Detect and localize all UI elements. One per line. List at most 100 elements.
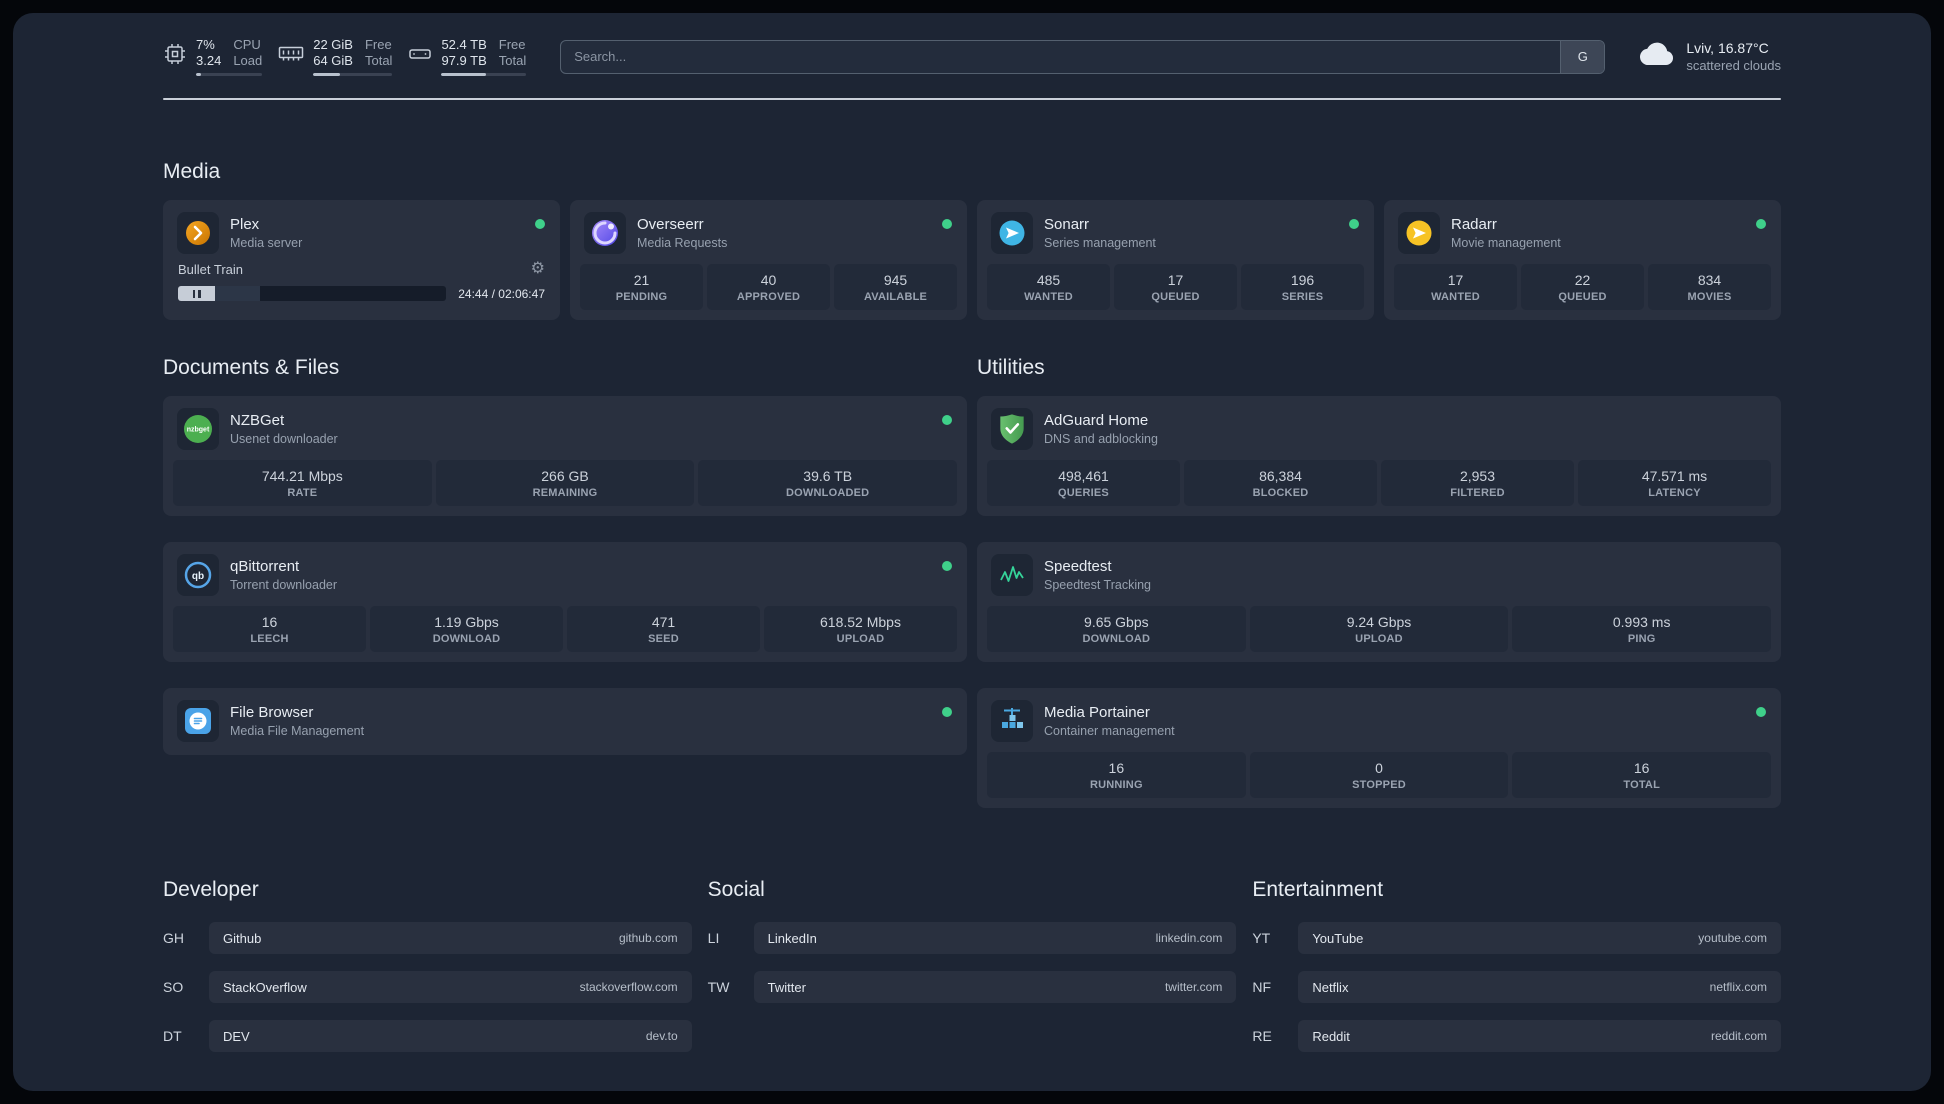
bookmark-name: YouTube bbox=[1312, 930, 1364, 946]
disk-total-label: Total bbox=[498, 53, 527, 68]
service-name: Overseerr bbox=[637, 216, 704, 233]
bookmark-link[interactable]: YouTube youtube.com bbox=[1298, 922, 1781, 954]
stat-value: 1.19 Gbps bbox=[434, 614, 499, 630]
bookmark-group-developer: Developer GH Github github.com SO StackO… bbox=[163, 878, 692, 1069]
bookmark-name: LinkedIn bbox=[767, 930, 817, 946]
svg-text:nzbget: nzbget bbox=[187, 427, 210, 434]
dashboard: 7% CPU 3.24 Load 22 GiB Free 64 GiB Tota… bbox=[13, 13, 1931, 1091]
memory-icon bbox=[278, 43, 304, 70]
stat-block: 1.19 Gbps DOWNLOAD bbox=[370, 606, 563, 652]
weather-location: Lviv, 16.87°C bbox=[1686, 40, 1769, 56]
service-card-overseerr[interactable]: Overseerr Media Requests 21 PENDING 40 A… bbox=[570, 200, 967, 320]
service-card-filebrowser[interactable]: File Browser Media File Management bbox=[163, 688, 967, 755]
status-indicator bbox=[942, 561, 952, 571]
service-description: Movie management bbox=[1451, 236, 1561, 250]
stat-label: TOTAL bbox=[1623, 779, 1660, 791]
stat-value: 618.52 Mbps bbox=[820, 614, 901, 630]
stat-label: PENDING bbox=[615, 291, 668, 303]
memory-progress-bar bbox=[313, 73, 393, 76]
bookmark-link[interactable]: DEV dev.to bbox=[209, 1020, 692, 1052]
bookmark-name: DEV bbox=[223, 1028, 250, 1044]
playback-time: 24:44 / 02:06:47 bbox=[458, 286, 545, 301]
adguard-icon bbox=[991, 408, 1033, 450]
service-card-qbittorrent[interactable]: qb qBittorrent Torrent downloader 16 LEE… bbox=[163, 542, 967, 662]
top-bar: 7% CPU 3.24 Load 22 GiB Free 64 GiB Tota… bbox=[163, 37, 1781, 76]
bookmark-link[interactable]: LinkedIn linkedin.com bbox=[753, 922, 1237, 954]
stat-label: MOVIES bbox=[1687, 291, 1732, 303]
bookmark-link[interactable]: Twitter twitter.com bbox=[753, 971, 1237, 1003]
bookmark-name: StackOverflow bbox=[223, 979, 307, 995]
filebrowser-icon bbox=[177, 700, 219, 742]
bookmark-url: github.com bbox=[618, 931, 678, 945]
stat-value: 2,953 bbox=[1459, 468, 1496, 484]
stat-value: 40 bbox=[760, 272, 777, 288]
status-indicator bbox=[942, 707, 952, 717]
cloud-icon bbox=[1639, 41, 1675, 72]
service-card-radarr[interactable]: Radarr Movie management 17 WANTED 22 QUE… bbox=[1384, 200, 1781, 320]
service-card-plex[interactable]: Plex Media server Bullet Train ⚙ 24:44 /… bbox=[163, 200, 560, 320]
service-card-speedtest[interactable]: Speedtest Speedtest Tracking 9.65 Gbps D… bbox=[977, 542, 1781, 662]
status-indicator bbox=[942, 415, 952, 425]
section-documents-files: Documents & Files nzbget NZBGet Usenet d… bbox=[163, 356, 967, 755]
stat-block: 0 STOPPED bbox=[1249, 752, 1509, 798]
search-provider-button[interactable]: G bbox=[1560, 40, 1605, 73]
section-title-entertainment: Entertainment bbox=[1252, 878, 1384, 901]
stat-block: 498,461 QUERIES bbox=[987, 460, 1180, 506]
service-card-nzbget[interactable]: nzbget NZBGet Usenet downloader 744.21 M… bbox=[163, 396, 967, 516]
cpu-load-label: Load bbox=[233, 53, 263, 68]
service-card-portainer[interactable]: Media Portainer Container management 16 … bbox=[977, 688, 1781, 808]
stat-block: 22 QUEUED bbox=[1521, 264, 1644, 310]
stat-block: 16 RUNNING bbox=[987, 752, 1246, 798]
bookmark-url: netflix.com bbox=[1709, 980, 1767, 994]
service-name: Speedtest bbox=[1044, 558, 1112, 575]
pause-button[interactable] bbox=[178, 286, 215, 301]
stat-block: 16 TOTAL bbox=[1512, 752, 1772, 798]
stat-block: 945 AVAILABLE bbox=[834, 264, 957, 310]
plex-now-playing-widget: Bullet Train ⚙ 24:44 / 02:06:47 bbox=[173, 257, 550, 303]
stat-label: SERIES bbox=[1281, 291, 1324, 303]
memory-total-value: 64 GiB bbox=[313, 53, 353, 68]
bookmark-reddit: RE Reddit reddit.com bbox=[1252, 1020, 1781, 1052]
radarr-icon bbox=[1398, 212, 1440, 254]
service-description: Media Requests bbox=[637, 236, 728, 250]
service-name: Radarr bbox=[1451, 216, 1497, 233]
disk-free-label: Free bbox=[498, 37, 526, 52]
bookmark-group-social: Social LI LinkedIn linkedin.com TW Twitt… bbox=[708, 878, 1237, 1069]
status-indicator bbox=[1349, 219, 1359, 229]
qbittorrent-icon: qb bbox=[177, 554, 219, 596]
stat-block: 86,384 BLOCKED bbox=[1184, 460, 1377, 506]
memory-free-label: Free bbox=[364, 37, 392, 52]
stat-block: 16 LEECH bbox=[173, 606, 366, 652]
service-name: NZBGet bbox=[230, 412, 285, 429]
overseerr-icon bbox=[584, 212, 626, 254]
cpu-load-value: 3.24 bbox=[196, 53, 222, 68]
search-input[interactable] bbox=[561, 40, 1561, 73]
bookmark-group-entertainment: Entertainment YT YouTube youtube.com NF … bbox=[1252, 878, 1781, 1069]
bookmark-stackoverflow: SO StackOverflow stackoverflow.com bbox=[163, 971, 692, 1003]
bookmark-url: twitter.com bbox=[1164, 980, 1223, 994]
stat-label: UPLOAD bbox=[836, 633, 885, 645]
stat-label: WANTED bbox=[1431, 291, 1480, 303]
stat-block: 47.571 ms LATENCY bbox=[1578, 460, 1771, 506]
stat-label: FILTERED bbox=[1450, 487, 1505, 499]
stat-label: DOWNLOAD bbox=[1082, 633, 1151, 645]
resource-disk: 52.4 TB Free 97.9 TB Total bbox=[408, 37, 527, 76]
bookmark-link[interactable]: Netflix netflix.com bbox=[1298, 971, 1781, 1003]
service-card-adguard[interactable]: AdGuard Home DNS and adblocking 498,461 … bbox=[977, 396, 1781, 516]
settings-gear-icon[interactable]: ⚙ bbox=[531, 261, 545, 277]
stat-block: 40 APPROVED bbox=[707, 264, 830, 310]
stat-value: 834 bbox=[1697, 272, 1722, 288]
service-card-sonarr[interactable]: Sonarr Series management 485 WANTED 17 Q… bbox=[977, 200, 1374, 320]
stat-label: QUEUED bbox=[1558, 291, 1607, 303]
playback-progress-bar[interactable] bbox=[215, 286, 447, 301]
bookmark-link[interactable]: Reddit reddit.com bbox=[1298, 1020, 1781, 1052]
stat-block: 9.24 Gbps UPLOAD bbox=[1249, 606, 1509, 652]
bookmark-link[interactable]: Github github.com bbox=[209, 922, 692, 954]
stat-label: WANTED bbox=[1024, 291, 1073, 303]
speedtest-icon bbox=[991, 554, 1033, 596]
bookmark-url: dev.to bbox=[645, 1029, 678, 1043]
service-name: Sonarr bbox=[1044, 216, 1090, 233]
bookmark-link[interactable]: StackOverflow stackoverflow.com bbox=[209, 971, 692, 1003]
stat-value: 86,384 bbox=[1259, 468, 1302, 484]
stat-value: 945 bbox=[883, 272, 908, 288]
